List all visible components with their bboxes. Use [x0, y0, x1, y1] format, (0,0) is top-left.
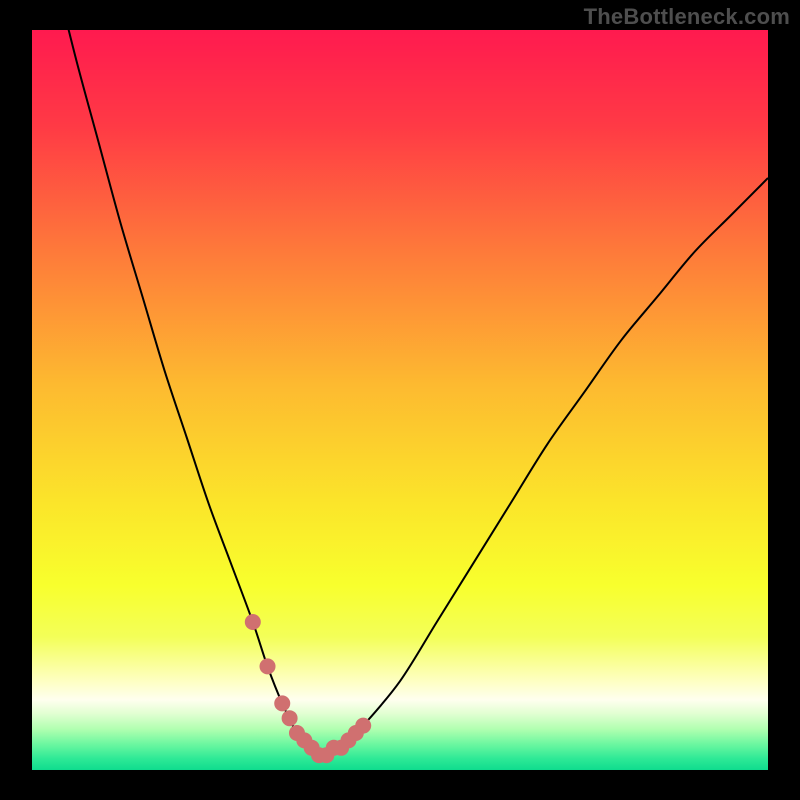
chart-background-gradient [32, 30, 768, 770]
watermark-label: TheBottleneck.com [584, 4, 790, 30]
curve-marker [282, 710, 298, 726]
curve-marker [355, 718, 371, 734]
bottleneck-chart [32, 30, 768, 770]
curve-marker [245, 614, 261, 630]
chart-frame: TheBottleneck.com [0, 0, 800, 800]
curve-marker [260, 658, 276, 674]
curve-marker [274, 695, 290, 711]
